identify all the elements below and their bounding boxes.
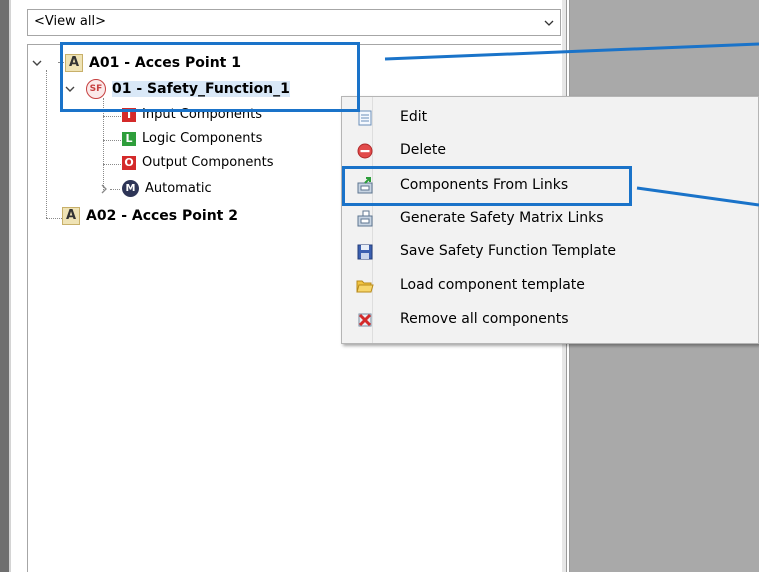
- chevron-right-icon[interactable]: [98, 183, 110, 195]
- save-icon: [357, 244, 373, 260]
- tree-node-output-components[interactable]: O Output Components: [122, 155, 274, 170]
- menu-item-edit[interactable]: Edit: [342, 101, 759, 133]
- logic-components-icon: L: [122, 131, 136, 146]
- menu-item-label: Edit: [400, 109, 428, 125]
- output-components-icon: O: [122, 155, 136, 170]
- chevron-down-icon[interactable]: [31, 57, 43, 69]
- context-menu: Edit Delete Components From Links Genera…: [341, 96, 759, 344]
- menu-item-label: Remove all components: [400, 311, 569, 327]
- menu-item-label: Delete: [400, 142, 446, 158]
- view-filter-value: <View all>: [34, 14, 106, 29]
- menu-item-label: Save Safety Function Template: [400, 243, 616, 259]
- tree-node-automatic[interactable]: M Automatic: [98, 180, 212, 197]
- tree-connector: [46, 218, 62, 219]
- tree-connector: [46, 70, 47, 218]
- menu-item-label: Load component template: [400, 277, 585, 293]
- folder-open-icon: [356, 280, 374, 293]
- tree-node-label: Logic Components: [142, 131, 263, 146]
- generate-links-icon: [357, 210, 373, 227]
- mode-icon: M: [122, 180, 139, 197]
- tree-node-acces-point-2[interactable]: A A02 - Acces Point 2: [62, 207, 238, 225]
- tree-node-label: Automatic: [145, 181, 212, 196]
- tree-connector: [103, 140, 121, 141]
- tree-connector: [103, 164, 121, 165]
- callout-box-menu-item: [342, 166, 632, 206]
- menu-item-load-component-template[interactable]: Load component template: [342, 269, 759, 301]
- menu-item-generate-safety-matrix-links[interactable]: Generate Safety Matrix Links: [342, 202, 759, 234]
- tree-node-label: Output Components: [142, 155, 274, 170]
- menu-item-save-safety-function-template[interactable]: Save Safety Function Template: [342, 235, 759, 267]
- remove-all-icon: [358, 313, 372, 327]
- window-left-edge: [0, 0, 9, 572]
- menu-item-delete[interactable]: Delete: [342, 134, 759, 166]
- tree-connector: [103, 116, 121, 117]
- callout-box-tree-selection: [60, 42, 360, 112]
- menu-item-remove-all-components[interactable]: Remove all components: [342, 303, 759, 335]
- view-filter-dropdown[interactable]: <View all>: [27, 9, 561, 36]
- tree-node-label: A02 - Acces Point 2: [86, 208, 238, 224]
- delete-icon: [357, 143, 373, 159]
- tree-node-logic-components[interactable]: L Logic Components: [122, 131, 262, 146]
- menu-item-label: Generate Safety Matrix Links: [400, 210, 604, 226]
- access-point-icon: A: [62, 207, 80, 225]
- chevron-down-icon: [544, 20, 554, 26]
